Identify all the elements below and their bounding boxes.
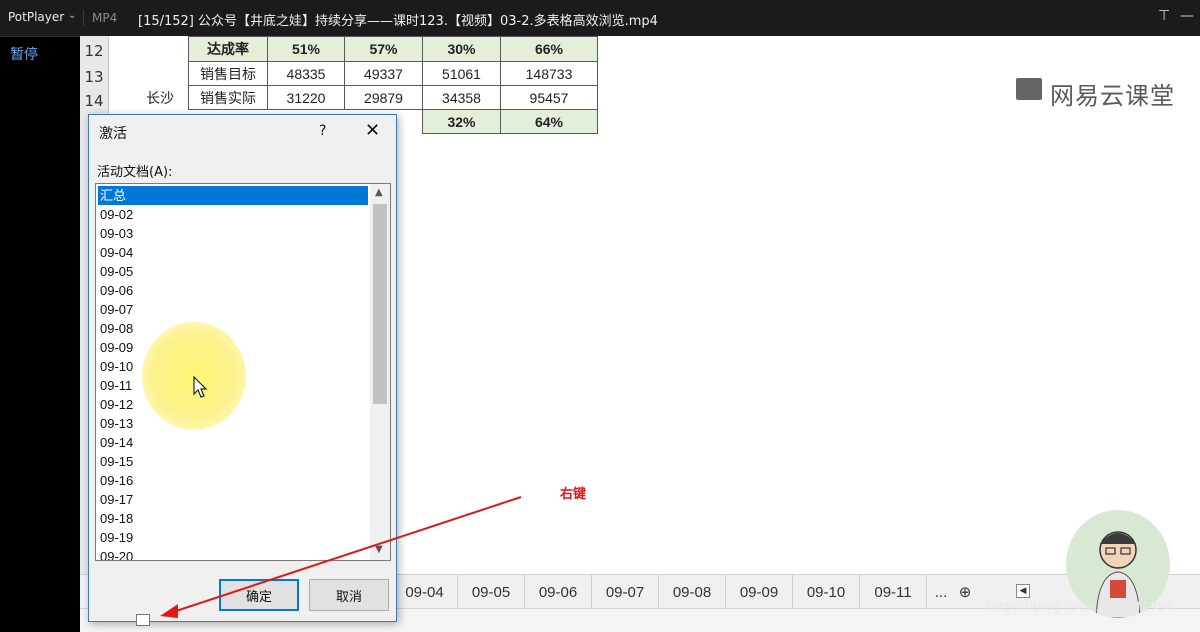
table-cell[interactable]: 34358 — [422, 85, 501, 110]
netease-logo-icon — [1016, 78, 1042, 100]
table-cell[interactable]: 29879 — [344, 85, 423, 110]
table-cell[interactable]: 95457 — [500, 85, 598, 110]
list-item[interactable]: 09-20 — [98, 547, 368, 560]
scroll-down-icon[interactable]: ▼ — [375, 544, 383, 555]
table-cell[interactable]: 销售实际 — [188, 85, 268, 110]
list-item[interactable]: 09-06 — [98, 281, 368, 300]
pin-icon[interactable]: ⊤ — [1158, 8, 1170, 24]
annotation-text: 右键 — [560, 487, 587, 502]
format-label: MP4 — [92, 11, 118, 25]
sheet-tab[interactable]: 09-07 — [592, 575, 659, 609]
table-cell[interactable]: 32% — [422, 109, 501, 134]
chevron-down-icon[interactable]: ⌄ — [68, 10, 76, 21]
table-cell[interactable]: 31220 — [267, 85, 345, 110]
list-item[interactable]: 09-04 — [98, 243, 368, 262]
scroll-up-icon[interactable]: ▲ — [375, 187, 383, 198]
list-item[interactable]: 09-16 — [98, 471, 368, 490]
list-item[interactable]: 09-19 — [98, 528, 368, 547]
list-item[interactable]: 09-17 — [98, 490, 368, 509]
table-cell[interactable]: 66% — [500, 36, 598, 62]
list-item[interactable]: 09-02 — [98, 205, 368, 224]
list-item[interactable]: 09-15 — [98, 452, 368, 471]
minimize-icon[interactable]: — — [1180, 8, 1194, 24]
row-number: 12 — [84, 42, 104, 60]
city-label[interactable]: 长沙 — [132, 88, 188, 108]
table-cell[interactable]: 64% — [500, 109, 598, 134]
table-cell[interactable]: 51% — [267, 36, 345, 62]
list-item[interactable]: 09-07 — [98, 300, 368, 319]
help-icon[interactable]: ? — [319, 123, 326, 139]
add-sheet-icon[interactable]: ⊕ — [954, 575, 976, 609]
sheet-nav-control[interactable] — [136, 614, 150, 626]
more-tabs-button[interactable]: ... — [927, 575, 955, 609]
table-cell[interactable]: 48335 — [267, 61, 345, 86]
app-name[interactable]: PotPlayer — [8, 10, 64, 24]
list-item[interactable]: 09-14 — [98, 433, 368, 452]
sheet-tab[interactable]: 09-09 — [726, 575, 793, 609]
sheet-tab[interactable]: 09-11 — [860, 575, 927, 609]
sheet-tab[interactable]: 09-10 — [793, 575, 860, 609]
row-number: 14 — [84, 92, 104, 110]
list-item[interactable]: 09-03 — [98, 224, 368, 243]
row-number: 13 — [84, 68, 104, 86]
sheet-tab[interactable]: 09-04 — [392, 575, 458, 609]
table-cell[interactable]: 达成率 — [188, 36, 268, 62]
paused-status: 暂停 — [10, 47, 38, 63]
dialog-title: 激活 — [99, 126, 127, 142]
scroll-left-icon[interactable]: ◀ — [1016, 584, 1030, 598]
cancel-button[interactable]: 取消 — [309, 579, 389, 611]
table-cell[interactable]: 30% — [422, 36, 501, 62]
table-cell[interactable]: 148733 — [500, 61, 598, 86]
ok-button[interactable]: 确定 — [219, 579, 299, 611]
listbox-scrollbar[interactable]: ▲ ▼ — [370, 184, 390, 560]
player-titlebar: PotPlayer ⌄ MP4 [15/152] 公众号【井底之娃】持续分享——… — [0, 0, 1200, 37]
list-item[interactable]: 09-18 — [98, 509, 368, 528]
list-item[interactable]: 09-05 — [98, 262, 368, 281]
table-cell[interactable]: 57% — [344, 36, 423, 62]
sheet-tab[interactable]: 09-06 — [525, 575, 592, 609]
close-icon[interactable]: ✕ — [365, 120, 380, 141]
brand-text: 网易云课堂 — [1050, 82, 1175, 110]
list-item[interactable]: 汇总 — [98, 186, 368, 205]
table-cell[interactable]: 51061 — [422, 61, 501, 86]
titlebar-divider — [83, 10, 84, 26]
list-item[interactable]: 09-08 — [98, 319, 368, 338]
list-item[interactable]: 09-13 — [98, 414, 368, 433]
list-label: 活动文档(A): — [97, 165, 173, 180]
url-watermark: https://blog.csdn.net/fzf1996 — [986, 600, 1175, 615]
scroll-thumb[interactable] — [373, 204, 387, 404]
sheet-tab[interactable]: 09-08 — [659, 575, 726, 609]
table-cell[interactable]: 49337 — [344, 61, 423, 86]
window-title: [15/152] 公众号【井底之娃】持续分享——课时123.【视频】03-2.多… — [138, 14, 658, 29]
mouse-cursor-icon — [193, 376, 208, 398]
table-cell[interactable]: 销售目标 — [188, 61, 268, 86]
sheet-tab[interactable]: 09-05 — [458, 575, 525, 609]
